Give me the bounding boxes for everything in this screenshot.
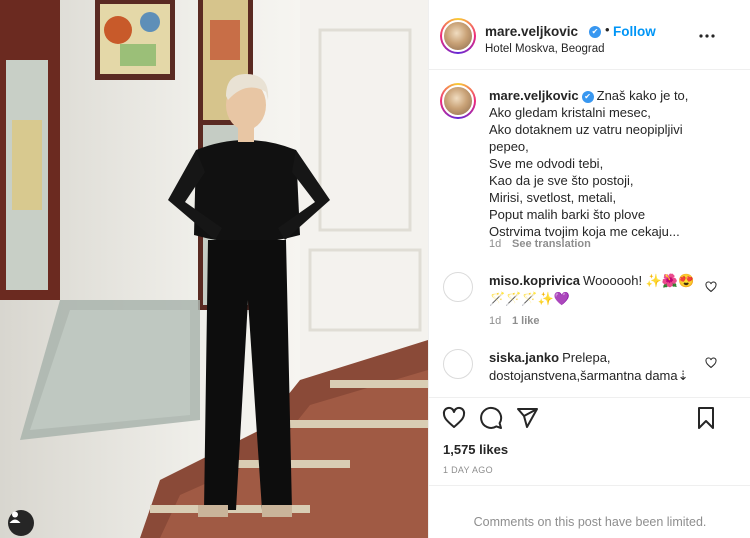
comment-age[interactable]: 1d [489, 315, 501, 327]
comment-like-heart-icon[interactable] [705, 281, 717, 293]
commenter-avatar[interactable] [443, 349, 473, 379]
caption-line: Kao da je sve što postoji, [489, 173, 634, 188]
author-username[interactable]: mare.veljkovic [485, 24, 578, 39]
caption-author-avatar[interactable] [440, 83, 476, 119]
post-side-panel: mare.veljkovic ✔ • Follow Hotel Moskva, … [428, 0, 750, 538]
more-horizontal-icon[interactable] [695, 28, 719, 44]
post-location[interactable]: Hotel Moskva, Beograd [485, 43, 605, 55]
tagged-user-icon[interactable] [8, 510, 34, 536]
post-caption: mare.veljkovic ✔ Znaš kako je to, Ako gled… [489, 87, 739, 240]
comment-item: siska.janko Prelepa, dostojanstvena,šarma… [489, 349, 714, 385]
comments-limited-notice: Comments on this post have been limited. [473, 515, 707, 529]
caption-age[interactable]: 1d [489, 238, 501, 250]
post-timestamp[interactable]: 1 DAY AGO [443, 465, 493, 475]
post-photo[interactable] [0, 0, 428, 538]
comment-like-heart-icon[interactable] [705, 357, 717, 369]
caption-username[interactable]: mare.veljkovic [489, 88, 579, 103]
share-icon[interactable] [515, 406, 539, 430]
caption-line: pepeo, [489, 139, 529, 154]
bookmark-icon[interactable] [694, 406, 718, 430]
comment-likes-count[interactable]: 1 like [512, 315, 540, 327]
verified-badge-icon: ✔ [589, 26, 601, 38]
comment-text: Prelepa, [562, 350, 611, 365]
commenter-avatar[interactable] [443, 272, 473, 302]
caption-line: Ako dotaknem uz vatru neopipljivi [489, 122, 683, 137]
see-translation-link[interactable]: See translation [512, 238, 591, 250]
author-avatar[interactable] [440, 18, 476, 54]
post-header: mare.veljkovic ✔ • Follow Hotel Moskva, … [429, 0, 750, 70]
heart-icon[interactable] [442, 406, 466, 430]
caption-text: Znaš kako je to, [596, 88, 689, 103]
photo-scene [0, 0, 428, 538]
caption-line: mare.veljkovic ✔ Znaš kako je to, [489, 87, 739, 104]
likes-count[interactable]: 1,575 likes [443, 442, 508, 457]
comment-item: miso.koprivica Woooooh! ✨🌺😍 🪄🪄🪄✨💜 [489, 272, 714, 308]
verified-badge-icon: ✔ [581, 90, 594, 103]
caption-line: Poput malih barki što plove [489, 207, 646, 222]
follow-button[interactable]: Follow [613, 24, 656, 39]
post-actions-bar [429, 397, 750, 437]
comment-icon[interactable] [479, 406, 503, 430]
dot-separator: • [605, 22, 610, 37]
commenter-username[interactable]: siska.janko [489, 350, 559, 365]
comment-text-continued: dostojanstvena,šarmantna dama⇣ [489, 368, 689, 383]
caption-line: Ako gledam kristalni mesec, [489, 105, 651, 120]
comment-text: Woooooh! ✨🌺😍 [583, 273, 695, 288]
commenter-username[interactable]: miso.koprivica [489, 273, 580, 288]
caption-line: Mirisi, svetlost, metali, [489, 190, 617, 205]
comment-text-continued: 🪄🪄🪄✨💜 [489, 291, 570, 306]
caption-line: Sve me odvodi tebi, [489, 156, 604, 171]
comments-footer: Comments on this post have been limited. [429, 485, 750, 538]
